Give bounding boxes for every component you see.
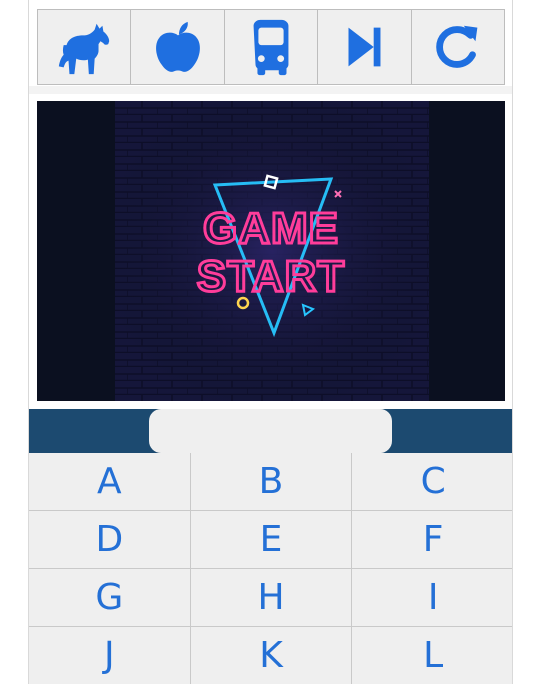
key-l[interactable]: L	[352, 627, 512, 684]
game-screen: GAME START A B C D E F G H I J K L	[28, 0, 513, 684]
neon-title-line1: GAME	[203, 204, 339, 253]
bus-icon	[253, 19, 289, 76]
horse-icon	[59, 23, 110, 75]
puzzle-image: GAME START	[37, 101, 505, 401]
divider	[29, 86, 512, 94]
key-e[interactable]: E	[190, 511, 353, 569]
key-h[interactable]: H	[190, 569, 353, 627]
key-d[interactable]: D	[29, 511, 191, 569]
key-k[interactable]: K	[191, 627, 353, 684]
horse-button[interactable]	[38, 10, 132, 84]
key-f[interactable]: F	[352, 511, 512, 569]
neon-title-line2: START	[197, 252, 345, 301]
toolbar	[37, 9, 505, 85]
key-i[interactable]: I	[352, 569, 512, 627]
skip-button[interactable]	[318, 10, 412, 84]
apple-icon	[155, 21, 200, 72]
answer-bar	[29, 409, 512, 453]
key-c[interactable]: C	[352, 453, 512, 511]
bus-button[interactable]	[225, 10, 319, 84]
key-a[interactable]: A	[29, 453, 191, 511]
key-j[interactable]: J	[29, 627, 191, 684]
letter-keypad: A B C D E F G H I J K L	[29, 453, 512, 684]
redo-icon	[436, 25, 478, 68]
apple-button[interactable]	[131, 10, 225, 84]
skip-icon	[348, 27, 381, 67]
key-b[interactable]: B	[190, 453, 353, 511]
answer-field[interactable]	[149, 409, 392, 453]
restart-button[interactable]	[412, 10, 504, 84]
key-g[interactable]: G	[29, 569, 191, 627]
